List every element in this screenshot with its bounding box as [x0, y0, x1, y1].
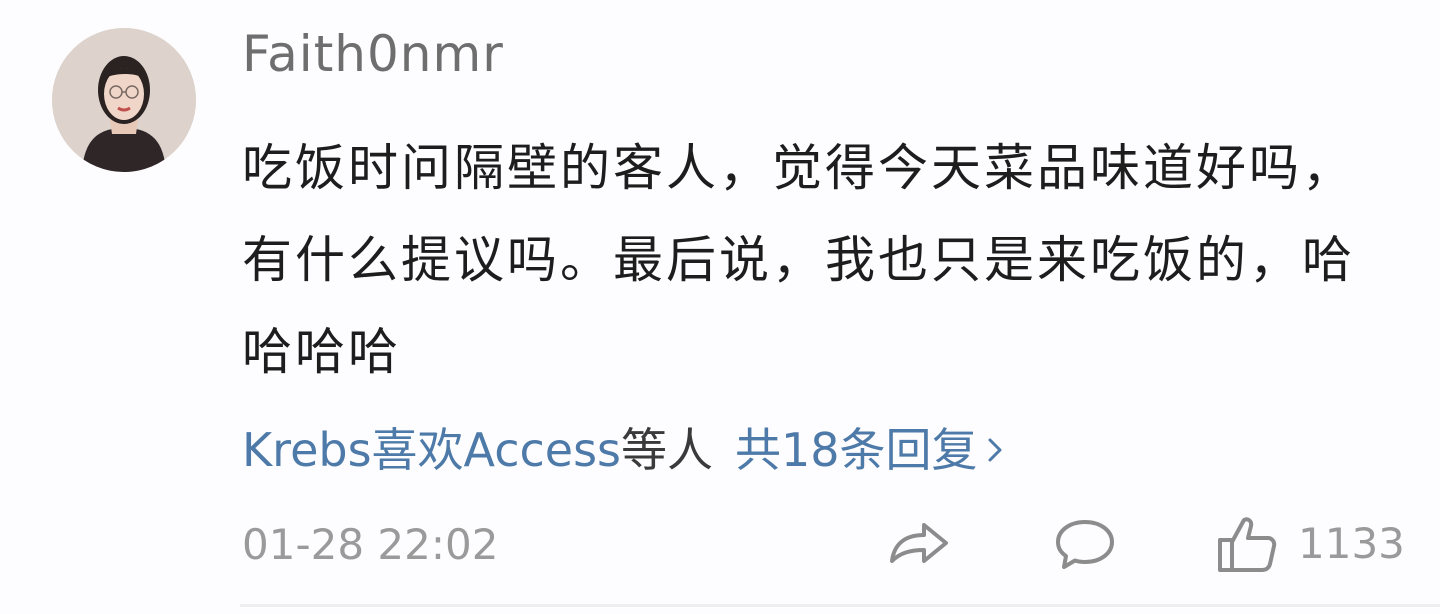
share-button[interactable]	[886, 510, 952, 578]
reply-first-user[interactable]: Krebs喜欢Access	[242, 423, 621, 477]
reply-suffix: 等人	[621, 423, 714, 477]
comment-button[interactable]	[1054, 510, 1116, 578]
thumbs-up-icon	[1218, 517, 1277, 572]
divider	[240, 604, 1440, 607]
comment-timestamp: 01-28 22:02	[242, 520, 499, 569]
like-button[interactable]: 1133	[1216, 510, 1405, 578]
share-arrow-icon	[890, 523, 948, 563]
username[interactable]: Faith0nmr	[242, 24, 504, 84]
user-avatar[interactable]	[52, 28, 196, 172]
like-count: 1133	[1298, 519, 1405, 568]
chevron-right-icon[interactable]	[982, 418, 1012, 482]
comment-card: Faith0nmr 吃饭时问隔壁的客人，觉得今天菜品味道好吗，有什么提议吗。最后…	[0, 0, 1440, 614]
speech-bubble-icon	[1056, 520, 1114, 569]
comment-text: 吃饭时问隔壁的客人，觉得今天菜品味道好吗，有什么提议吗。最后说，我也只是来吃饭的…	[242, 139, 1355, 381]
avatar-image	[52, 28, 196, 172]
reply-count[interactable]: 共18条回复	[735, 423, 978, 477]
replies-link[interactable]: Krebs喜欢Access等人 共18条回复	[242, 418, 1012, 482]
